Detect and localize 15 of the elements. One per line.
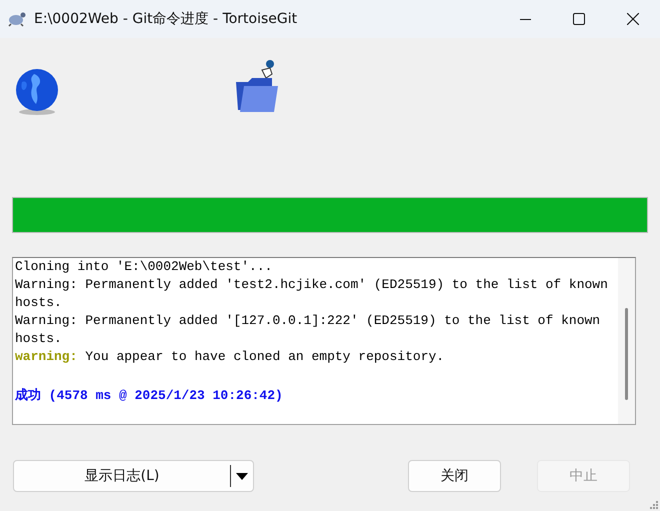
- log-line: Warning: Permanently added 'test2.hcjike.com' (ED25519) to the list of known hosts.: [15, 276, 609, 312]
- show-log-button[interactable]: 显示日志(L): [13, 460, 254, 492]
- window-title: E:\0002Web - Git命令进度 - TortoiseGit: [34, 10, 298, 28]
- log-line: Cloning into 'E:\0002Web\test'...: [15, 258, 274, 276]
- tortoise-icon: [8, 11, 26, 27]
- success-message: 成功 (4578 ms @ 2025/1/23 10:26:42): [15, 387, 284, 405]
- log-line: Warning: Permanently added '[127.0.0.1]:222' (ED25519) to the list of known hosts.: [15, 312, 602, 348]
- caret-icon: [236, 472, 248, 480]
- scrollbar-thumb[interactable]: [625, 308, 628, 400]
- resize-grip[interactable]: [650, 501, 658, 509]
- dialog-button[interactable]: 关闭: [408, 460, 501, 492]
- maximize-icon[interactable]: [573, 13, 585, 25]
- close-icon[interactable]: [627, 13, 639, 25]
- log-line: warning: You appear to have cloned an empty repository.: [15, 348, 446, 366]
- globe-icon: [14, 68, 60, 116]
